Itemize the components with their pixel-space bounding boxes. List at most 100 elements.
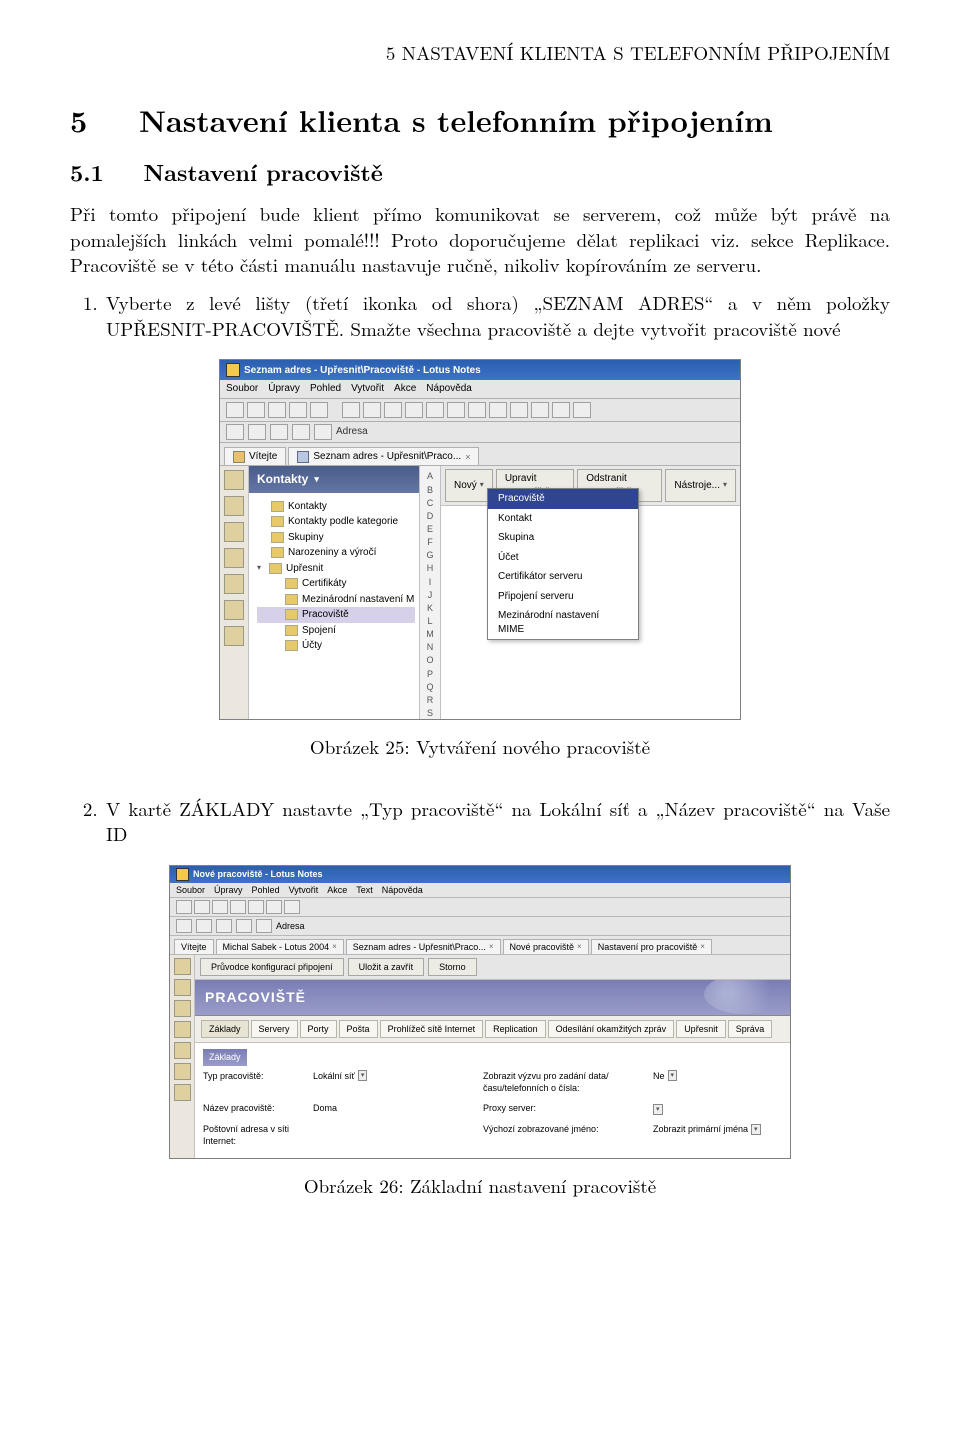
- tab-michal[interactable]: Michal Sabek - Lotus 2004×: [216, 939, 344, 954]
- iconbar-item[interactable]: [174, 1063, 191, 1080]
- letter[interactable]: P: [427, 668, 433, 680]
- toolbar-button[interactable]: [212, 900, 228, 914]
- letter[interactable]: B: [427, 484, 433, 496]
- letter[interactable]: G: [426, 549, 433, 561]
- toolbar-button[interactable]: [573, 402, 591, 418]
- letter[interactable]: D: [427, 510, 434, 522]
- value-nazev[interactable]: Doma: [313, 1102, 337, 1114]
- toolbar-button[interactable]: [489, 402, 507, 418]
- close-icon[interactable]: ×: [489, 942, 494, 953]
- letter[interactable]: L: [427, 615, 432, 627]
- dropdown-certifikator[interactable]: Certifikátor serveru: [488, 567, 638, 587]
- letter[interactable]: F: [427, 536, 433, 548]
- letter[interactable]: I: [429, 576, 432, 588]
- iconbar-item[interactable]: [174, 1084, 191, 1101]
- toolbar-button[interactable]: [248, 900, 264, 914]
- letter[interactable]: S: [427, 707, 433, 719]
- wizard-button[interactable]: Průvodce konfigurací připojení: [200, 958, 344, 976]
- menu-text[interactable]: Text: [356, 884, 373, 896]
- dropdown-pracoviste[interactable]: Pracoviště: [488, 489, 638, 509]
- fwd-button[interactable]: [196, 919, 212, 933]
- iconbar-item[interactable]: [224, 600, 244, 620]
- reload-button[interactable]: [292, 424, 310, 440]
- tab-vitejte[interactable]: Vítejte: [174, 939, 214, 954]
- menu-soubor[interactable]: Soubor: [226, 382, 258, 396]
- iconbar-item[interactable]: [174, 958, 191, 975]
- toolbar-button[interactable]: [284, 900, 300, 914]
- tree-pracoviste[interactable]: Pracoviště: [257, 607, 415, 623]
- iconbar-item[interactable]: [174, 1000, 191, 1017]
- letter[interactable]: J: [428, 589, 433, 601]
- iconbar-item[interactable]: [224, 470, 244, 490]
- tree-narozeniny[interactable]: Narozeniny a výročí: [257, 545, 415, 561]
- toolbar-button[interactable]: [468, 402, 486, 418]
- letter[interactable]: M: [426, 628, 434, 640]
- menu-napoveda[interactable]: Nápověda: [426, 382, 472, 396]
- tree-certifikaty[interactable]: Certifikáty: [257, 576, 415, 592]
- search-button[interactable]: [314, 424, 332, 440]
- letter[interactable]: C: [427, 497, 434, 509]
- tab-odesilani[interactable]: Odesílání okamžitých zpráv: [548, 1020, 675, 1038]
- toolbar-button[interactable]: [247, 402, 265, 418]
- letter[interactable]: A: [427, 470, 433, 482]
- chevron-down-icon[interactable]: ▾: [653, 1104, 663, 1115]
- menu-pohled[interactable]: Pohled: [252, 884, 280, 896]
- tab-seznam[interactable]: Seznam adres - Upřesnit\Praco...×: [346, 939, 501, 954]
- menu-vytvorit[interactable]: Vytvořit: [289, 884, 319, 896]
- value-vyzva[interactable]: Ne▾: [653, 1070, 677, 1082]
- toolbar-button[interactable]: [342, 402, 360, 418]
- dropdown-skupina[interactable]: Skupina: [488, 528, 638, 548]
- iconbar-item[interactable]: [224, 522, 244, 542]
- dropdown-pripojeni[interactable]: Připojení serveru: [488, 587, 638, 607]
- chevron-down-icon[interactable]: ▾: [358, 1070, 368, 1081]
- letter[interactable]: H: [427, 562, 434, 574]
- stop-button[interactable]: [216, 919, 232, 933]
- toolbar-button[interactable]: [426, 402, 444, 418]
- iconbar-item[interactable]: [224, 548, 244, 568]
- chevron-down-icon[interactable]: ▾: [668, 1070, 678, 1081]
- letter[interactable]: E: [427, 523, 433, 535]
- tree-kontakty-kategorie[interactable]: Kontakty podle kategorie: [257, 514, 415, 530]
- menu-vytvorit[interactable]: Vytvořit: [351, 382, 384, 396]
- toolbar-button[interactable]: [310, 402, 328, 418]
- menu-akce[interactable]: Akce: [394, 382, 416, 396]
- value-jmeno[interactable]: Zobrazit primární jména▾: [653, 1123, 761, 1135]
- tree-kontakty[interactable]: Kontakty: [257, 499, 415, 515]
- toolbar-button[interactable]: [194, 900, 210, 914]
- tools-button[interactable]: Nástroje...: [665, 469, 736, 502]
- close-icon[interactable]: ×: [700, 942, 705, 953]
- toolbar-button[interactable]: [176, 900, 192, 914]
- toolbar-button[interactable]: [230, 900, 246, 914]
- menu-napoveda[interactable]: Nápověda: [382, 884, 423, 896]
- menu-akce[interactable]: Akce: [327, 884, 347, 896]
- stop-button[interactable]: [270, 424, 288, 440]
- letter[interactable]: K: [427, 602, 433, 614]
- toolbar-button[interactable]: [268, 402, 286, 418]
- menubar[interactable]: Soubor Úpravy Pohled Vytvořit Akce Nápov…: [220, 380, 740, 399]
- tree-ucty[interactable]: Účty: [257, 638, 415, 654]
- close-icon[interactable]: ×: [465, 451, 470, 463]
- toolbar-button[interactable]: [447, 402, 465, 418]
- iconbar-item[interactable]: [174, 1042, 191, 1059]
- menu-upravy[interactable]: Úpravy: [214, 884, 243, 896]
- tab-zaklady[interactable]: Základy: [201, 1020, 249, 1038]
- toolbar-button[interactable]: [266, 900, 282, 914]
- letter[interactable]: R: [427, 694, 434, 706]
- iconbar-item[interactable]: [174, 1021, 191, 1038]
- iconbar-item[interactable]: [224, 496, 244, 516]
- menu-upravy[interactable]: Úpravy: [268, 382, 300, 396]
- toolbar-button[interactable]: [226, 402, 244, 418]
- dropdown-mime[interactable]: Mezinárodní nastavení MIME: [488, 606, 638, 639]
- tab-servery[interactable]: Servery: [251, 1020, 298, 1038]
- letter[interactable]: Q: [426, 681, 433, 693]
- menu-soubor[interactable]: Soubor: [176, 884, 205, 896]
- back-button[interactable]: [226, 424, 244, 440]
- tab-posta[interactable]: Pošta: [339, 1020, 378, 1038]
- fwd-button[interactable]: [248, 424, 266, 440]
- tree-spojeni[interactable]: Spojení: [257, 623, 415, 639]
- tab-nove-pracoviste[interactable]: Nové pracoviště×: [503, 939, 589, 954]
- titlebar[interactable]: Seznam adres - Upřesnit\Pracoviště - Lot…: [220, 360, 740, 380]
- close-icon[interactable]: ×: [332, 942, 337, 953]
- tab-sprava[interactable]: Správa: [728, 1020, 773, 1038]
- reload-button[interactable]: [236, 919, 252, 933]
